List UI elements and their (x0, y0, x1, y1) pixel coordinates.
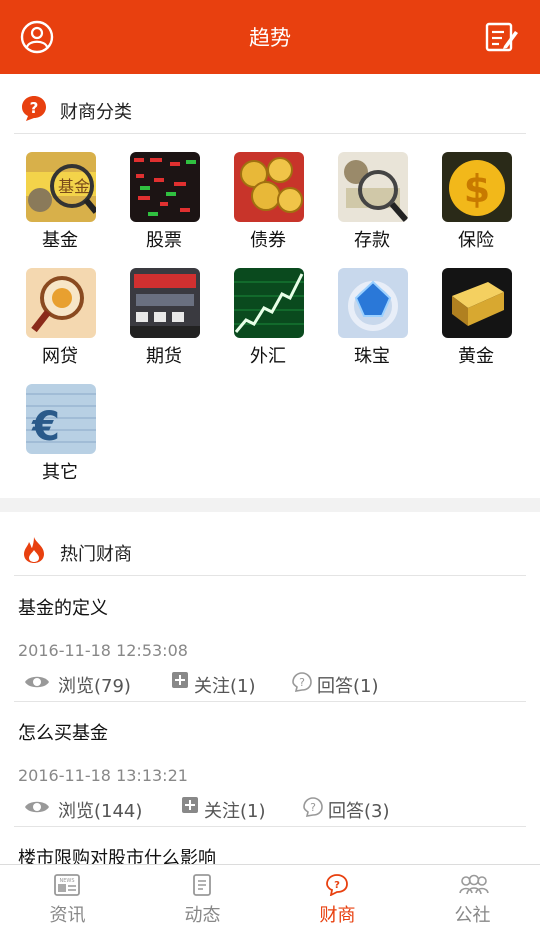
post-title[interactable]: 基金的定义 (18, 594, 108, 620)
page-title: 趋势 (249, 26, 291, 50)
answer-count: 回答(1) (317, 676, 379, 697)
feed-icon (189, 874, 215, 896)
bottom-tab-bar: NEWS 资讯 动态 ? 财商 公社 (0, 864, 540, 930)
fund-image: 基金 (26, 152, 96, 222)
tab-news[interactable]: NEWS 资讯 (0, 865, 135, 930)
tab-community[interactable]: 公社 (405, 865, 540, 930)
views-count: 浏览(79) (58, 676, 131, 697)
futures-image (130, 268, 200, 338)
svg-text:?: ? (299, 676, 305, 689)
category-label: 债券 (250, 230, 286, 251)
category-heading: 财商分类 (60, 102, 132, 123)
category-item-jewelry[interactable]: 珠宝 (322, 264, 422, 376)
category-label: 保险 (458, 230, 494, 251)
post-item[interactable]: 怎么买基金 2016-11-18 13:13:21 浏览(144) 关注(1) (0, 701, 540, 827)
post-title[interactable]: 楼市限购对股市什么影响 (18, 844, 216, 864)
post-time: 2016-11-18 12:53:08 (18, 641, 188, 660)
category-label: 外汇 (250, 346, 286, 367)
category-label: 其它 (42, 462, 78, 483)
category-item-other[interactable]: € 其它 (10, 380, 110, 492)
follow-count: 关注(1) (194, 676, 256, 697)
bond-image (234, 152, 304, 222)
tab-finance[interactable]: ? 财商 (270, 865, 405, 930)
forex-image (234, 268, 304, 338)
svg-text:€: € (31, 404, 60, 450)
category-label: 基金 (42, 230, 78, 251)
tab-feed[interactable]: 动态 (135, 865, 270, 930)
svg-text:$: $ (464, 167, 490, 211)
category-item-futures[interactable]: 期货 (114, 264, 214, 376)
follow-count: 关注(1) (204, 801, 266, 822)
post-time: 2016-11-18 13:13:21 (18, 766, 188, 785)
category-item-insurance[interactable]: $ 保险 (426, 148, 526, 260)
edit-note-icon[interactable] (484, 20, 520, 54)
category-item-stock[interactable]: 股票 (114, 148, 214, 260)
post-item[interactable]: 基金的定义 2016-11-18 12:53:08 浏览(79) 关注(1) ?… (0, 576, 540, 702)
hot-header: 热门财商 (14, 516, 526, 576)
insurance-image: $ (442, 152, 512, 222)
post-title[interactable]: 怎么买基金 (18, 719, 108, 745)
news-icon: NEWS (54, 874, 80, 896)
community-icon (459, 874, 489, 896)
plus-box-icon (172, 672, 188, 688)
hot-section: 热门财商 基金的定义 2016-11-18 12:53:08 浏览(79) 关注… (0, 512, 540, 864)
svg-text:基金: 基金 (58, 177, 90, 196)
jewelry-image (338, 268, 408, 338)
category-item-bond[interactable]: 债券 (218, 148, 318, 260)
tab-label: 动态 (184, 905, 221, 926)
category-section: ? 财商分类 基金 基金 股票 债券 存款 $ 保险 网贷 期货 外汇 珠宝 黄… (0, 74, 540, 498)
tab-label: 公社 (454, 905, 491, 926)
category-label: 珠宝 (354, 346, 390, 367)
p2p-loan-image (26, 268, 96, 338)
category-header: ? 财商分类 (14, 74, 526, 134)
category-label: 存款 (354, 230, 390, 251)
question-bubble-icon: ? (20, 94, 48, 122)
category-label: 期货 (146, 346, 182, 367)
question-bubble-icon: ? (324, 874, 350, 897)
post-item[interactable]: 楼市限购对股市什么影响 (0, 826, 540, 864)
svg-text:NEWS: NEWS (59, 878, 74, 884)
flame-icon (20, 536, 48, 564)
question-circle-icon: ? (292, 672, 312, 692)
eye-icon (25, 801, 49, 813)
category-label: 股票 (146, 230, 182, 251)
question-circle-icon: ? (303, 797, 323, 817)
tab-label: 财商 (319, 905, 356, 926)
app-bar: 趋势 (0, 0, 540, 74)
category-label: 黄金 (458, 346, 494, 367)
category-item-p2p-loan[interactable]: 网贷 (10, 264, 110, 376)
hot-heading: 热门财商 (60, 544, 132, 565)
svg-text:?: ? (310, 801, 316, 814)
other-image: € (26, 384, 96, 454)
category-item-forex[interactable]: 外汇 (218, 264, 318, 376)
category-item-gold[interactable]: 黄金 (426, 264, 526, 376)
category-item-deposit[interactable]: 存款 (322, 148, 422, 260)
deposit-image (338, 152, 408, 222)
category-item-fund[interactable]: 基金 基金 (10, 148, 110, 260)
eye-icon (25, 676, 49, 688)
views-count: 浏览(144) (58, 801, 143, 822)
answer-count: 回答(3) (328, 801, 390, 822)
svg-text:?: ? (30, 99, 39, 117)
plus-box-icon (182, 797, 198, 813)
gold-image (442, 268, 512, 338)
category-label: 网贷 (42, 346, 78, 367)
tab-label: 资讯 (49, 905, 86, 926)
svg-text:?: ? (334, 880, 340, 891)
stock-image (130, 152, 200, 222)
